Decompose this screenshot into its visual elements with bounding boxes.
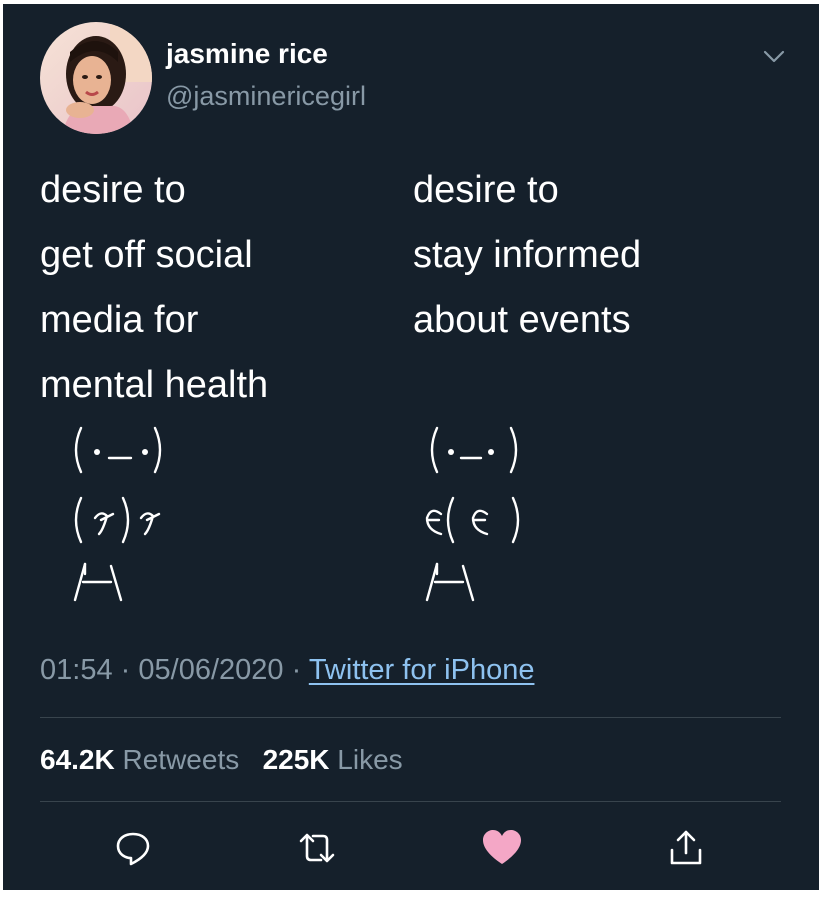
left-line: mental health — [40, 364, 269, 406]
speech-bubble-icon — [116, 832, 150, 866]
right-line: about events — [413, 299, 631, 341]
tweet-source-link[interactable]: Twitter for iPhone — [309, 654, 535, 686]
retweets-count[interactable]: 64.2K — [40, 744, 115, 775]
share-icon — [670, 830, 702, 865]
left-line: get off social — [40, 234, 253, 276]
divider — [40, 801, 781, 802]
divider — [40, 717, 781, 718]
right-line: desire to — [413, 169, 559, 211]
chevron-down-icon[interactable] — [761, 44, 787, 68]
tweet-date: 05/06/2020 — [138, 654, 284, 686]
author-name[interactable]: jasmine rice — [166, 38, 328, 70]
right-line: stay informed — [413, 234, 642, 276]
author-handle[interactable]: @jasminericegirl — [166, 81, 366, 112]
retweet-button[interactable] — [295, 826, 339, 870]
retweet-icon — [299, 833, 335, 863]
likes-count[interactable]: 225K — [263, 744, 330, 775]
heart-icon — [483, 830, 521, 864]
engagement-stats: 64.2K Retweets 225K Likes — [40, 744, 403, 776]
right-column-text: desire to stay informed about events — [413, 158, 641, 353]
tweet-time: 01:54 — [40, 654, 113, 686]
right-kaomoji-figure — [425, 426, 520, 602]
avatar[interactable] — [40, 22, 152, 134]
left-line: desire to — [40, 169, 186, 211]
reply-button[interactable] — [111, 826, 155, 870]
like-button[interactable] — [480, 826, 524, 870]
tweet-timestamp: 01:54 · 05/06/2020 · Twitter for iPhone — [40, 654, 534, 687]
meta-separator: · — [291, 654, 302, 686]
likes-label[interactable]: Likes — [337, 744, 402, 775]
retweets-label[interactable]: Retweets — [123, 744, 240, 775]
left-column-text: desire to get off social media for menta… — [40, 158, 268, 418]
meta-separator: · — [120, 654, 131, 686]
tweet-card: jasmine rice @jasminericegirl desire to … — [3, 4, 819, 890]
left-kaomoji-figure — [73, 426, 162, 602]
left-line: media for — [40, 299, 199, 341]
share-button[interactable] — [664, 826, 708, 870]
